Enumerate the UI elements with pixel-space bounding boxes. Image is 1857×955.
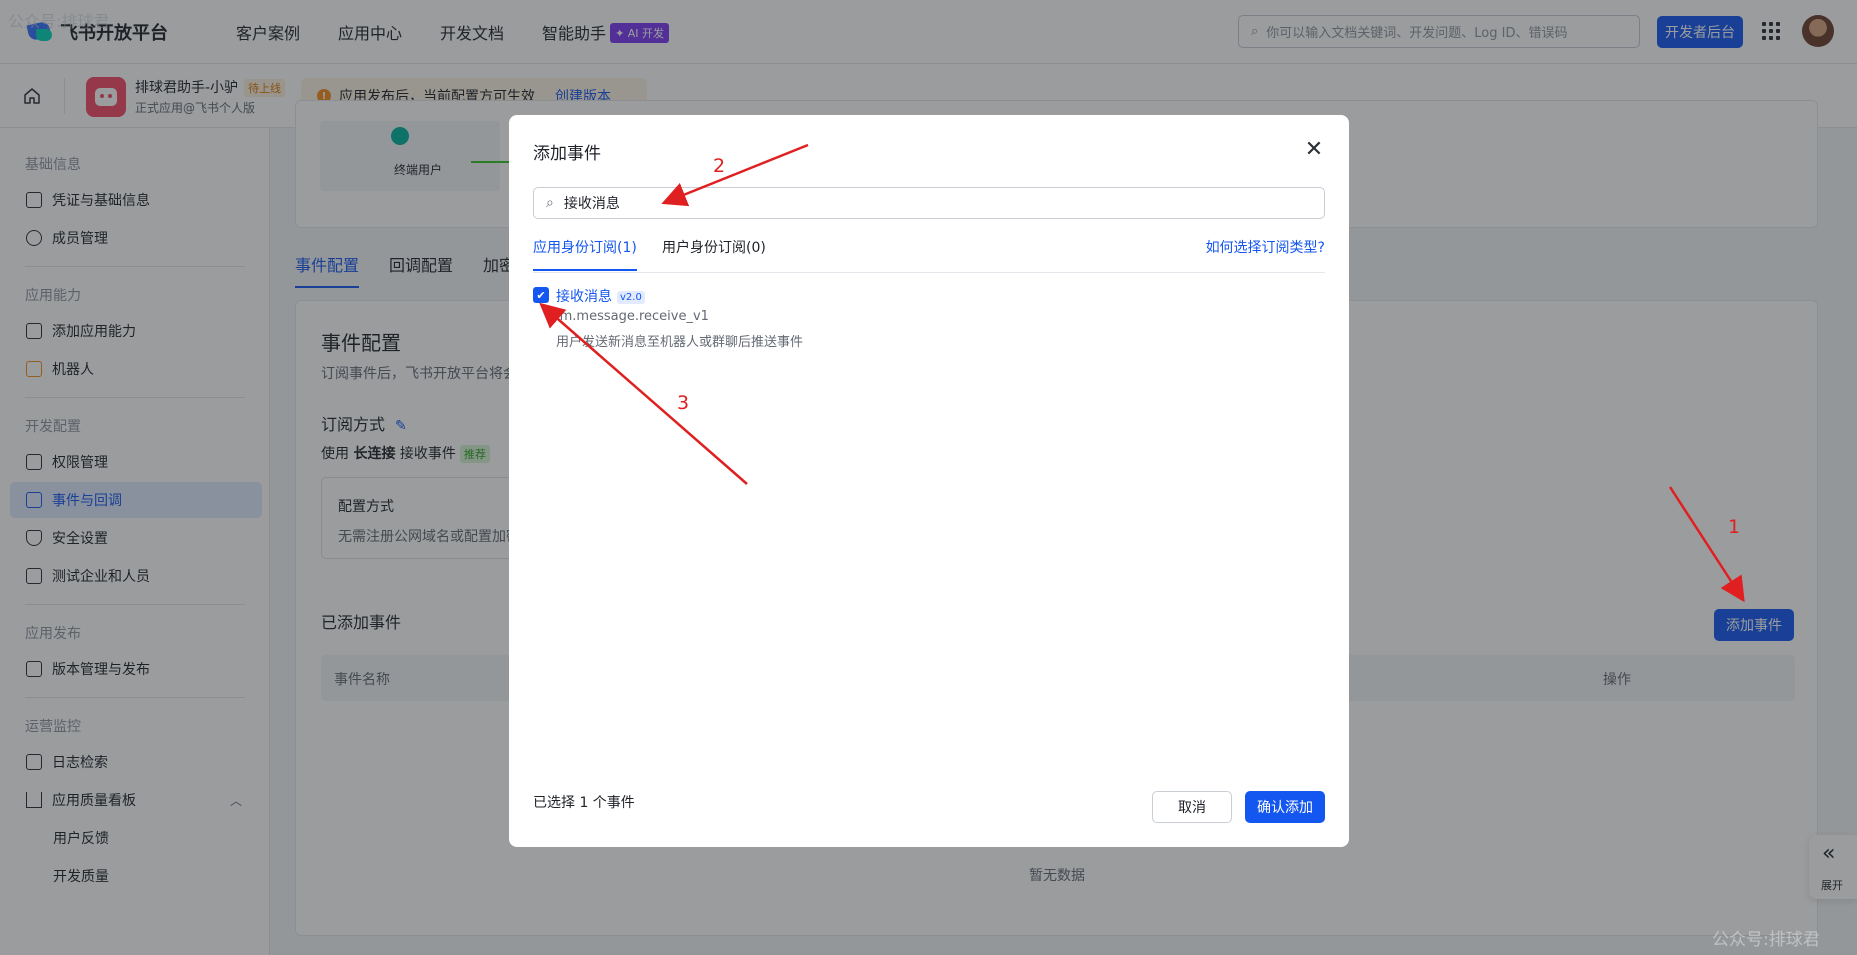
subscription-help-link[interactable]: 如何选择订阅类型?	[1206, 237, 1325, 257]
tab-app-identity[interactable]: 应用身份订阅(1)	[533, 237, 637, 271]
modal-title: 添加事件	[533, 144, 601, 164]
selected-count: 已选择 1 个事件	[533, 795, 635, 811]
annotation-number-2: 2	[713, 155, 726, 177]
watermark-bottom: 公众号:排球君	[1712, 930, 1820, 950]
subscription-type-tabs: 应用身份订阅(1) 用户身份订阅(0) 如何选择订阅类型?	[533, 237, 1325, 273]
event-name-text: 接收消息	[556, 289, 612, 305]
close-icon[interactable]: ✕	[1302, 137, 1326, 162]
event-search-field[interactable]: ⌕	[533, 187, 1325, 219]
confirm-add-button[interactable]: 确认添加	[1245, 791, 1325, 823]
annotation-number-1: 1	[1728, 516, 1741, 538]
event-description: 用户发送新消息至机器人或群聊后推送事件	[556, 335, 804, 350]
add-event-modal: 添加事件 ✕ ⌕ 应用身份订阅(1) 用户身份订阅(0) 如何选择订阅类型? ✔…	[509, 115, 1349, 847]
annotation-number-3: 3	[677, 392, 690, 414]
version-badge: v2.0	[617, 291, 645, 304]
cancel-button[interactable]: 取消	[1152, 791, 1232, 823]
search-icon: ⌕	[546, 195, 554, 211]
event-search-input[interactable]	[563, 195, 1264, 211]
event-name[interactable]: 接收消息 v2.0	[556, 286, 645, 306]
tab-user-identity[interactable]: 用户身份订阅(0)	[662, 237, 766, 269]
event-checkbox[interactable]: ✔	[533, 287, 549, 303]
event-key: im.message.receive_v1	[556, 309, 709, 324]
